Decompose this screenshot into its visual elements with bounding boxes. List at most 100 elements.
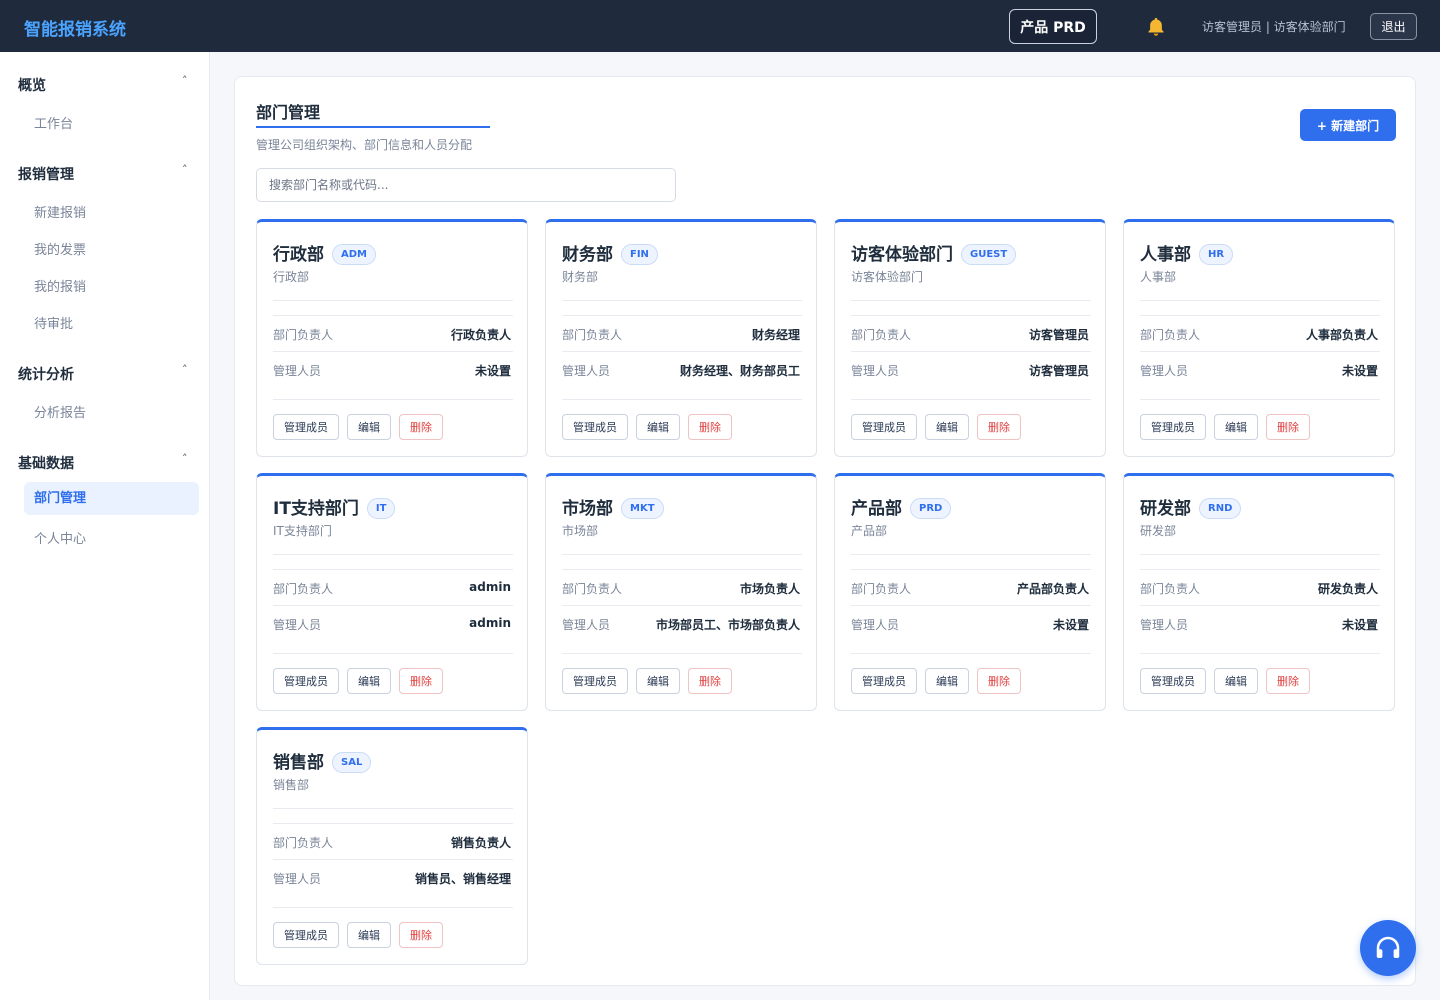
chevron-up-icon[interactable]: ˄ [182,163,188,176]
department-subtitle: IT支持部门 [273,524,332,538]
delete-button[interactable]: 删除 [688,668,732,694]
head-value: 市场负责人 [739,582,800,596]
divider [1140,653,1380,654]
chevron-up-icon[interactable]: ˄ [182,74,188,87]
divider [1140,569,1380,570]
divider [562,351,802,352]
delete-button[interactable]: 删除 [977,668,1021,694]
divider [1140,399,1380,400]
customer-support-button[interactable] [1360,920,1416,976]
department-name-text: 财务部 [562,245,613,265]
manage-members-button[interactable]: 管理成员 [562,414,628,440]
delete-button[interactable]: 删除 [688,414,732,440]
bell-icon[interactable] [1145,16,1167,38]
delete-button[interactable]: 删除 [1266,668,1310,694]
department-card: 研发部 RND 研发部 部门负责人 研发负责人 管理人员 未设置 管理成员 编辑 删除 [1123,473,1395,711]
sidebar-item-pending-approval[interactable]: 待审批 [34,313,73,332]
department-subtitle: 市场部 [562,524,599,538]
delete-button[interactable]: 删除 [1266,414,1310,440]
head-value: 行政负责人 [450,328,511,342]
edit-button[interactable]: 编辑 [636,414,680,440]
managers-value: 市场部员工、市场部负责人 [655,618,800,632]
sidebar-item-departments[interactable]: 部门管理 [24,482,199,515]
nav-group-overview[interactable]: 概览 [18,75,46,95]
head-label: 部门负责人 [273,836,334,850]
head-value: admin [469,580,511,594]
edit-button[interactable]: 编辑 [925,668,969,694]
department-name: 研发部 RND [1140,494,1242,519]
managers-value: admin [469,616,511,630]
sidebar-item-reports[interactable]: 分析报告 [34,402,86,421]
department-name-text: 产品部 [851,499,902,519]
edit-button[interactable]: 编辑 [1214,414,1258,440]
logout-button[interactable]: 退出 [1370,13,1417,40]
chevron-up-icon[interactable]: ˄ [182,452,188,465]
manage-members-button[interactable]: 管理成员 [273,922,339,948]
manage-members-button[interactable]: 管理成员 [562,668,628,694]
sidebar-item-profile[interactable]: 个人中心 [34,528,86,547]
manage-members-button[interactable]: 管理成员 [1140,414,1206,440]
delete-button[interactable]: 删除 [399,414,443,440]
managers-value: 访客管理员 [1028,364,1089,378]
head-value: 销售负责人 [450,836,511,850]
delete-button[interactable]: 删除 [399,922,443,948]
head-value: 财务经理 [751,328,800,342]
department-code-badge: IT [366,498,396,519]
department-name-text: 访客体验部门 [851,245,953,265]
managers-value: 财务经理、财务部员工 [679,364,800,378]
project-prd-button[interactable]: 产品 PRD [1009,9,1097,44]
edit-button[interactable]: 编辑 [347,922,391,948]
edit-button[interactable]: 编辑 [925,414,969,440]
head-label: 部门负责人 [851,582,912,596]
edit-button[interactable]: 编辑 [347,414,391,440]
delete-button[interactable]: 删除 [399,668,443,694]
department-name-text: 行政部 [273,245,324,265]
edit-button[interactable]: 编辑 [347,668,391,694]
divider [851,300,1091,301]
head-value: 人事部负责人 [1305,328,1378,342]
managers-value: 销售员、销售经理 [414,872,511,886]
sidebar: 概览 ˄ 工作台 报销管理 ˄ 新建报销 我的发票 我的报销 待审批 统计分析 … [0,52,210,1000]
manage-members-button[interactable]: 管理成员 [273,668,339,694]
nav-group-expense[interactable]: 报销管理 [18,164,74,184]
divider [273,554,513,555]
divider [562,605,802,606]
nav-group-basic-data[interactable]: 基础数据 [18,453,74,473]
edit-button[interactable]: 编辑 [636,668,680,694]
app-brand[interactable]: 智能报销系统 [24,15,126,40]
divider [562,300,802,301]
manage-members-button[interactable]: 管理成员 [851,414,917,440]
managers-label: 管理人员 [562,618,611,632]
head-label: 部门负责人 [1140,582,1201,596]
managers-label: 管理人员 [1140,618,1189,632]
sidebar-item-new-expense[interactable]: 新建报销 [34,202,86,221]
department-name-text: 销售部 [273,753,324,773]
manage-members-button[interactable]: 管理成员 [273,414,339,440]
edit-button[interactable]: 编辑 [1214,668,1258,694]
department-card: 财务部 FIN 财务部 部门负责人 财务经理 管理人员 财务经理、财务部员工 管理成员 编辑 删除 [545,219,817,457]
divider [1140,351,1380,352]
nav-group-statistics[interactable]: 统计分析 [18,364,74,384]
headset-icon [1376,936,1400,958]
department-subtitle: 产品部 [851,524,888,538]
new-department-button[interactable]: + 新建部门 [1300,109,1396,141]
department-code-badge: MKT [621,498,664,519]
sidebar-item-workbench[interactable]: 工作台 [34,113,73,132]
department-code-badge: FIN [621,244,658,265]
divider [273,907,513,908]
delete-button[interactable]: 删除 [977,414,1021,440]
manage-members-button[interactable]: 管理成员 [851,668,917,694]
divider [562,399,802,400]
divider [1140,300,1380,301]
search-input[interactable] [256,168,676,202]
department-name: IT支持部门 IT [273,494,396,519]
divider [273,315,513,316]
chevron-up-icon[interactable]: ˄ [182,363,188,376]
department-name-text: 人事部 [1140,245,1191,265]
department-name: 访客体验部门 GUEST [851,240,1017,265]
sidebar-item-my-expenses[interactable]: 我的报销 [34,276,86,295]
manage-members-button[interactable]: 管理成员 [1140,668,1206,694]
head-value: 研发负责人 [1317,582,1378,596]
sidebar-item-my-invoices[interactable]: 我的发票 [34,239,86,258]
department-card: 产品部 PRD 产品部 部门负责人 产品部负责人 管理人员 未设置 管理成员 编辑 删除 [834,473,1106,711]
